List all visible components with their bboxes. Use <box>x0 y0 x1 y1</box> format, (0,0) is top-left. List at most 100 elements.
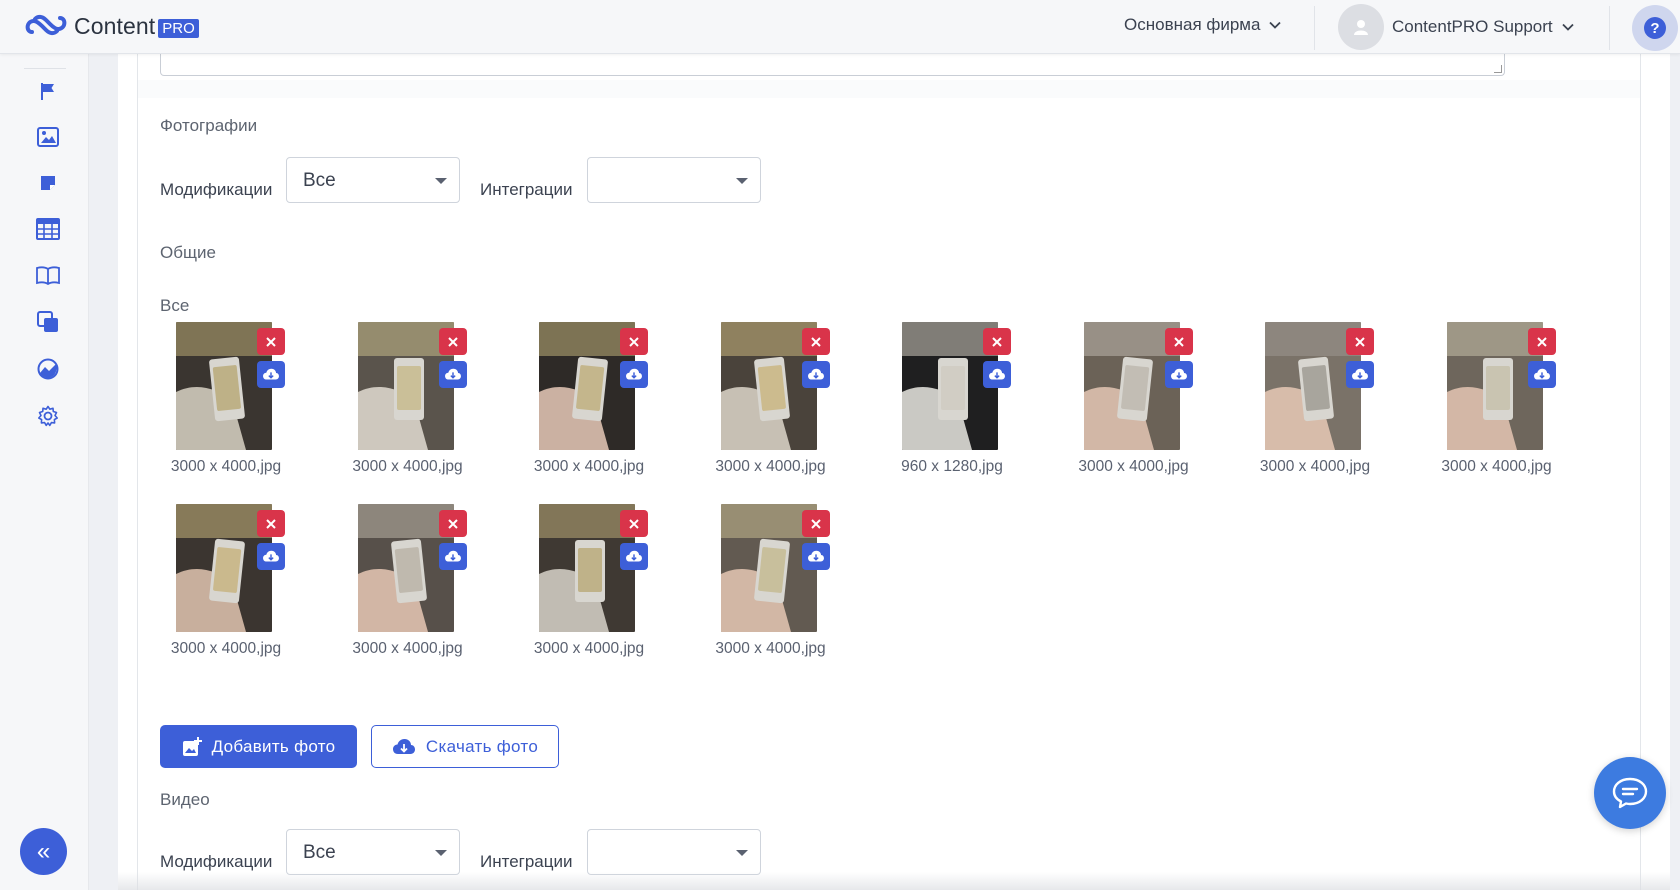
video-modifications-label: Модификации <box>160 852 273 871</box>
cloud-download-icon <box>807 368 824 380</box>
photo-tile[interactable]: 3000 x 4000,jpg <box>1069 322 1209 492</box>
chat-icon <box>1612 777 1648 809</box>
delete-photo-button[interactable] <box>801 328 830 355</box>
photo-tile[interactable]: 3000 x 4000,jpg <box>706 504 846 674</box>
download-photo-icon-button[interactable] <box>438 361 467 388</box>
company-selector[interactable]: Основная фирма <box>1124 15 1282 35</box>
integrations-label: Интеграции <box>480 180 573 199</box>
video-modifications-select[interactable]: Все <box>286 829 460 875</box>
download-photo-label: Скачать фото <box>425 736 539 756</box>
download-photo-icon-button[interactable] <box>1164 361 1193 388</box>
user-name: ContentPRO Support <box>1392 17 1553 36</box>
copy-icon[interactable] <box>35 309 61 335</box>
header-divider <box>1609 6 1610 50</box>
video-integrations-label: Интеграции <box>480 852 573 871</box>
analytics-icon[interactable] <box>35 356 61 382</box>
delete-photo-button[interactable] <box>1527 328 1556 355</box>
delete-photo-button[interactable] <box>801 510 830 537</box>
close-icon <box>810 518 821 529</box>
delete-photo-button[interactable] <box>620 328 648 355</box>
note-icon[interactable] <box>35 170 61 196</box>
photo-tile[interactable]: 3000 x 4000,jpg <box>524 322 664 492</box>
photo-caption: 3000 x 4000,jpg <box>352 640 463 657</box>
delete-photo-button[interactable] <box>438 510 467 537</box>
add-photo-label: Добавить фото <box>211 736 336 756</box>
close-icon <box>1355 336 1365 347</box>
app-logo[interactable]: Content PRO <box>24 10 199 42</box>
close-icon <box>1536 336 1547 347</box>
close-icon <box>266 336 276 347</box>
help-button[interactable]: ? <box>1632 5 1678 51</box>
delete-photo-button[interactable] <box>620 510 648 537</box>
avatar <box>1338 4 1384 50</box>
photo-caption: 3000 x 4000,jpg <box>1078 458 1189 475</box>
photo-tile[interactable]: 3000 x 4000,jpg <box>161 504 301 674</box>
user-menu[interactable]: ContentPRO Support <box>1338 4 1575 50</box>
caret-down-icon <box>736 850 748 856</box>
photo-caption: 3000 x 4000,jpg <box>1441 458 1552 475</box>
download-photo-icon-button[interactable] <box>257 361 285 388</box>
video-section-title: Видео <box>160 790 210 809</box>
photo-caption: 3000 x 4000,jpg <box>170 458 282 475</box>
book-icon[interactable] <box>35 262 61 288</box>
header-divider <box>1314 6 1315 50</box>
photo-tile[interactable]: 3000 x 4000,jpg <box>1432 322 1572 492</box>
caret-down-icon <box>435 178 447 184</box>
caret-down-icon <box>435 850 447 856</box>
delete-photo-button[interactable] <box>438 328 467 355</box>
photo-tile[interactable]: 3000 x 4000,jpg <box>161 322 301 492</box>
close-icon <box>266 518 276 529</box>
sidebar-divider <box>24 68 66 69</box>
add-image-icon <box>182 736 202 756</box>
photo-caption: 3000 x 4000,jpg <box>533 640 645 657</box>
company-name: Основная фирма <box>1124 15 1261 34</box>
photo-tile[interactable]: 960 x 1280,jpg <box>887 322 1027 492</box>
cloud-download-icon <box>263 368 279 380</box>
group-title: Все <box>160 296 190 315</box>
photo-tile[interactable]: 3000 x 4000,jpg <box>1250 322 1390 492</box>
download-photo-icon-button[interactable] <box>620 361 648 388</box>
sidebar-collapse-button[interactable]: « <box>20 828 67 875</box>
description-textarea[interactable] <box>160 54 1505 76</box>
sidebar <box>0 54 89 890</box>
close-icon <box>629 518 639 529</box>
download-photo-button[interactable]: Скачать фото <box>371 725 559 768</box>
modifications-select[interactable]: Все <box>286 157 460 203</box>
photo-tile[interactable]: 3000 x 4000,jpg <box>343 322 483 492</box>
download-photo-icon-button[interactable] <box>620 543 648 570</box>
table-icon[interactable] <box>35 216 61 242</box>
download-photo-icon-button[interactable] <box>801 543 830 570</box>
download-photo-icon-button[interactable] <box>983 361 1011 388</box>
photo-tile[interactable]: 3000 x 4000,jpg <box>706 322 846 492</box>
user-icon <box>1354 20 1368 35</box>
delete-photo-button[interactable] <box>1346 328 1374 355</box>
flag-icon[interactable] <box>35 78 61 104</box>
download-photo-icon-button[interactable] <box>801 361 830 388</box>
delete-photo-button[interactable] <box>257 510 285 537</box>
section-band <box>138 80 1640 98</box>
add-photo-button[interactable]: Добавить фото <box>160 725 357 768</box>
video-integrations-select[interactable] <box>587 829 761 875</box>
settings-icon[interactable] <box>35 403 61 429</box>
close-icon <box>447 336 458 347</box>
chevron-down-icon <box>1562 23 1574 31</box>
photo-tile[interactable]: 3000 x 4000,jpg <box>343 504 483 674</box>
delete-photo-button[interactable] <box>1164 328 1193 355</box>
resize-handle-icon[interactable] <box>1494 65 1502 73</box>
logo-icon <box>25 14 67 36</box>
chat-button[interactable] <box>1594 757 1666 829</box>
image-icon[interactable] <box>35 124 61 150</box>
integrations-select[interactable] <box>587 157 761 203</box>
scroll-fade <box>118 872 1670 890</box>
download-photo-icon-button[interactable] <box>438 543 467 570</box>
delete-photo-button[interactable] <box>257 328 285 355</box>
photo-caption: 3000 x 4000,jpg <box>1259 458 1371 475</box>
top-bar: Content PRO Основная фирма ContentPRO Su… <box>0 0 1680 54</box>
download-photo-icon-button[interactable] <box>257 543 285 570</box>
delete-photo-button[interactable] <box>983 328 1011 355</box>
modifications-value: Все <box>303 170 336 191</box>
download-photo-icon-button[interactable] <box>1346 361 1374 388</box>
close-icon <box>1173 336 1184 347</box>
photo-tile[interactable]: 3000 x 4000,jpg <box>524 504 664 674</box>
download-photo-icon-button[interactable] <box>1527 361 1556 388</box>
